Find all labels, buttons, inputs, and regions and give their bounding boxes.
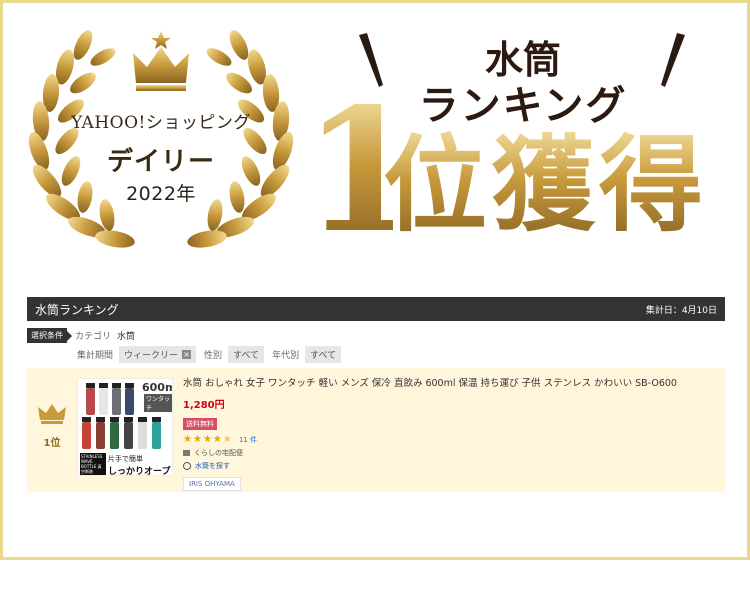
panel-date: 集計日：4月10日 [645, 305, 717, 316]
store-name[interactable]: くらしの宅配便 [194, 448, 243, 458]
badge-period: デイリー [106, 147, 215, 177]
search-link[interactable]: 水筒を探す [195, 461, 230, 471]
badge-year: 2022年 [126, 183, 196, 205]
thumb-copy-line2: しっかりオープン [108, 467, 171, 476]
bottle-shape [112, 383, 121, 415]
panel-title: 水筒ランキング [35, 302, 119, 317]
category-key: カテゴリ [75, 331, 112, 342]
period-value: ウィークリー [124, 350, 179, 361]
bottle-shape [152, 417, 161, 449]
rank-suffix: 位獲得 [383, 125, 743, 245]
thumb-copy-line1: 片手で簡単 [108, 455, 143, 463]
ranking-panel-header: 水筒ランキング 集計日：4月10日 [27, 297, 725, 321]
product-price: 1,280円 [183, 400, 225, 411]
thumb-sub: ワンタッチ [144, 394, 172, 412]
bottle-shape [96, 417, 105, 449]
star-rating-icon: ★★★★★ [183, 434, 233, 445]
condition-tag: 選択条件 [27, 327, 72, 343]
gender-label: 性別 [204, 350, 223, 361]
bottle-shape [86, 383, 95, 415]
age-chip[interactable]: すべて [305, 345, 342, 363]
store-row[interactable]: くらしの宅配便 [183, 448, 713, 458]
crown-icon [38, 404, 66, 424]
shipping-badge: 送料無料 [183, 418, 217, 430]
search-icon [183, 462, 191, 470]
bottle-shape [125, 383, 134, 415]
ranking-item[interactable]: 1位 600ml ワンタッチ STAINLESS WAVE BOTTLE 真空断… [27, 368, 725, 492]
bottle-shape [138, 417, 147, 449]
page-frame: YAHOO!ショッピング デイリー 2022年 水筒 ランキング 1 位獲得 水… [0, 0, 750, 560]
gender-chip[interactable]: すべて [228, 345, 265, 363]
bottle-shape [99, 383, 108, 415]
close-icon[interactable]: × [182, 349, 192, 359]
filter-row: 集計期間 ウィークリー × 性別 すべて 年代別 すべて [77, 345, 349, 363]
review-count[interactable]: 11 件 [239, 435, 257, 445]
rank-number: 1 [303, 71, 422, 271]
product-title[interactable]: 水筒 おしゃれ 女子 ワンタッチ 軽い メンズ 保冷 直飲み 600ml 保温 … [183, 377, 713, 390]
category-value[interactable]: 水筒 [117, 329, 135, 342]
store-icon [183, 450, 190, 456]
rating-row: ★★★★★ 11 件 [183, 434, 713, 445]
thumb-capacity: 600ml [142, 381, 172, 394]
condition-row: 選択条件 カテゴリ 水筒 [27, 327, 135, 343]
product-info: 水筒 おしゃれ 女子 ワンタッチ 軽い メンズ 保冷 直飲み 600ml 保温 … [183, 377, 713, 491]
hero-banner: YAHOO!ショッピング デイリー 2022年 水筒 ランキング 1 位獲得 [3, 3, 747, 273]
thumb-brand-logo: STAINLESS WAVE BOTTLE 真空断熱 [80, 453, 106, 475]
product-thumbnail[interactable]: 600ml ワンタッチ STAINLESS WAVE BOTTLE 真空断熱 片… [77, 378, 173, 476]
rank-column: 1位 [37, 402, 67, 449]
period-label: 集計期間 [77, 350, 114, 361]
search-row[interactable]: 水筒を探す [183, 461, 713, 471]
period-chip[interactable]: ウィークリー × [119, 345, 197, 363]
bottle-shape [82, 417, 91, 449]
bottle-shape [110, 417, 119, 449]
laurel-wreath-icon [28, 30, 294, 248]
age-label: 年代別 [272, 350, 300, 361]
badge-store: YAHOO!ショッピング [71, 113, 251, 133]
bottle-shape [124, 417, 133, 449]
brand-chip[interactable]: IRIS OHYAMA [183, 477, 241, 491]
rank-label: 1位 [43, 438, 61, 449]
